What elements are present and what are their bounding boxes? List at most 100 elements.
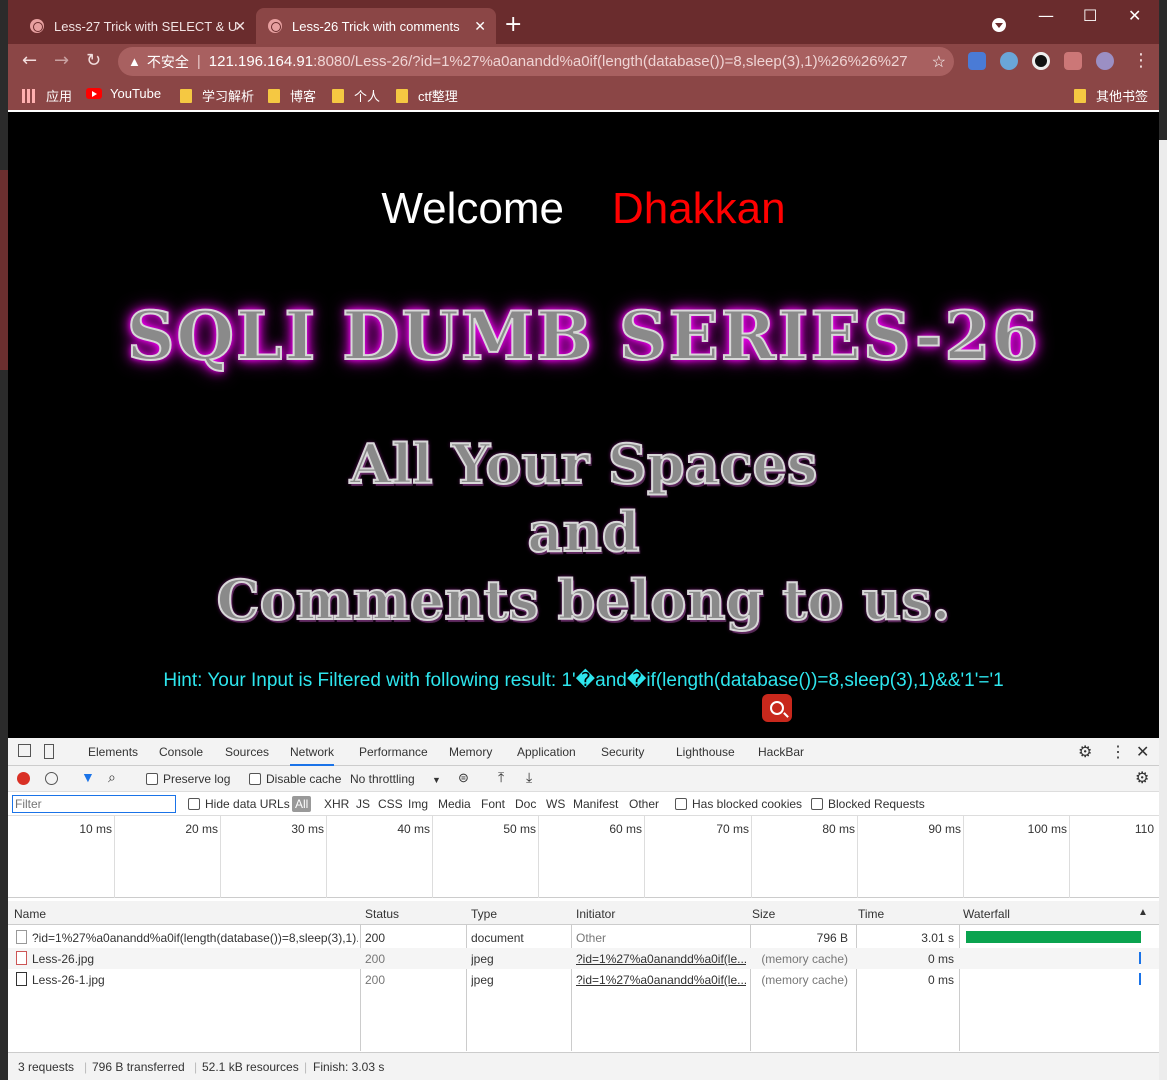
subtitle-line: and [526,499,640,565]
filter-type-js[interactable]: JS [356,797,370,811]
column-header-status[interactable]: Status [365,907,399,921]
filter-type-other[interactable]: Other [629,797,659,811]
welcome-heading: Welcome Dhakkan [8,184,1159,234]
settings-gear-icon[interactable]: ⚙ [1078,742,1092,762]
filter-icon[interactable]: ▼ [81,769,95,785]
tab-elements[interactable]: Elements [88,745,138,759]
filter-type-media[interactable]: Media [438,797,471,811]
filter-input[interactable] [12,795,176,813]
desktop-background-right [1159,140,1167,1080]
bookmark-folder-ctf[interactable]: ctf整理 [396,86,458,105]
timeline-tick: 80 ms [822,822,855,836]
bookmark-youtube[interactable]: YouTube [86,86,161,101]
export-har-icon[interactable]: ⤓ [526,769,532,786]
tab-security[interactable]: Security [601,745,644,759]
clear-icon[interactable] [45,772,58,785]
apps-icon [22,88,36,103]
tab-console[interactable]: Console [159,745,203,759]
filter-type-all[interactable]: All [292,796,312,812]
filter-type-img[interactable]: Img [408,797,428,811]
search-icon[interactable]: ⌕ [108,769,116,786]
tab-hackbar[interactable]: HackBar [758,745,804,759]
preserve-log-checkbox[interactable]: Preserve log [146,772,230,786]
forward-button[interactable]: → [54,50,69,71]
tab-network[interactable]: Network [290,745,335,766]
table-row[interactable]: Less-26-1.jpg 200 jpeg ?id=1%27%a0anandd… [8,969,1159,990]
tab-performance[interactable]: Performance [359,745,428,759]
tab-less-26[interactable]: Less-26 Trick with comments ✕ [256,8,496,44]
close-devtools-icon[interactable]: ✕ [1136,742,1149,762]
divider: | [304,1060,308,1074]
address-bar[interactable]: ▲ 不安全 | 121.196.164.91:8080/Less-26/?id=… [118,47,954,76]
translate-extension-icon[interactable] [968,52,986,70]
column-header-name[interactable]: Name [14,907,46,921]
bookmark-folder-personal[interactable]: 个人 [332,86,380,105]
timeline-overview[interactable]: 10 ms 20 ms 30 ms 40 ms 50 ms 60 ms 70 m… [8,816,1159,898]
filter-type-css[interactable]: CSS [378,797,403,811]
bookmark-folder-blog[interactable]: 博客 [268,86,316,105]
column-header-size[interactable]: Size [752,907,775,921]
throttling-select[interactable]: No throttling ▼ [350,772,441,786]
column-header-initiator[interactable]: Initiator [576,907,615,921]
column-header-type[interactable]: Type [471,907,497,921]
puzzle-icon[interactable] [1064,52,1082,70]
url-path: :8080/Less-26/?id=1%27%a0anandd%a0if(len… [313,53,909,70]
avatar[interactable] [1096,52,1114,70]
url-text[interactable]: 121.196.164.91:8080/Less-26/?id=1%27%a0a… [209,53,909,70]
filter-type-manifest[interactable]: Manifest [573,797,618,811]
device-toolbar-icon[interactable] [44,744,54,759]
bookmark-apps[interactable]: 应用 [22,86,72,105]
filter-type-ws[interactable]: WS [546,797,565,811]
filter-type-xhr[interactable]: XHR [324,797,349,811]
waterfall-bar [966,931,1141,943]
filter-type-doc[interactable]: Doc [515,797,536,811]
more-options-icon[interactable]: ⋮ [1110,742,1126,762]
grid-line [220,816,221,898]
record-icon[interactable] [17,772,30,785]
blocked-requests-checkbox[interactable]: Blocked Requests [811,797,925,811]
timeline-tick: 50 ms [503,822,536,836]
bookmark-folder-study[interactable]: 学习解析 [180,86,254,105]
maximize-button[interactable]: ☐ [1083,6,1097,25]
inspect-element-icon[interactable] [18,744,31,757]
network-settings-gear-icon[interactable]: ⚙ [1135,768,1149,788]
menu-icon[interactable]: ⋮ [1132,50,1150,71]
import-har-icon[interactable]: ⤒ [498,769,504,786]
hide-data-urls-checkbox[interactable]: Hide data URLs [188,797,290,811]
tab-lighthouse[interactable]: Lighthouse [676,745,735,759]
has-blocked-cookies-checkbox[interactable]: Has blocked cookies [675,797,802,811]
tab-application[interactable]: Application [517,745,576,759]
record-extension-icon[interactable] [1032,52,1050,70]
grid-line [963,816,964,898]
grid-line [538,816,539,898]
tab-sources[interactable]: Sources [225,745,269,759]
new-tab-button[interactable]: + [504,12,522,37]
request-initiator-link[interactable]: ?id=1%27%a0anandd%a0if(le... [576,952,746,966]
table-row[interactable]: Less-26.jpg 200 jpeg ?id=1%27%a0anandd%a… [8,948,1159,969]
request-initiator-link[interactable]: ?id=1%27%a0anandd%a0if(le... [576,973,746,987]
reload-button[interactable]: ↻ [86,50,101,71]
tab-search-icon[interactable] [992,18,1006,32]
column-header-time[interactable]: Time [858,907,884,921]
extension-icon[interactable] [1000,52,1018,70]
table-row[interactable]: ?id=1%27%a0anandd%a0if(length(database()… [8,927,1159,948]
bookmark-label: 博客 [290,89,317,104]
tab-memory[interactable]: Memory [449,745,492,759]
search-icon [770,701,784,715]
close-tab-icon[interactable]: ✕ [234,18,246,35]
insecure-label[interactable]: 不安全 [147,52,189,72]
column-header-waterfall[interactable]: Waterfall [963,907,1010,921]
filter-bar: Hide data URLs All XHR JS CSS Img Media … [8,792,1159,816]
bookmark-folder-other[interactable]: 其他书签 [1074,86,1148,105]
back-button[interactable]: ← [22,50,37,71]
disable-cache-checkbox[interactable]: Disable cache [249,772,341,786]
tab-less-27[interactable]: Less-27 Trick with SELECT & U ✕ [18,8,256,44]
close-tab-icon[interactable]: ✕ [474,18,486,35]
image-icon [16,972,27,986]
search-button[interactable] [762,694,792,722]
minimize-button[interactable]: — [1038,6,1054,25]
filter-type-font[interactable]: Font [481,797,505,811]
bookmark-star-icon[interactable]: ☆ [932,52,946,72]
network-conditions-icon[interactable]: ⊜ [458,770,469,786]
close-window-button[interactable]: ✕ [1128,6,1141,25]
